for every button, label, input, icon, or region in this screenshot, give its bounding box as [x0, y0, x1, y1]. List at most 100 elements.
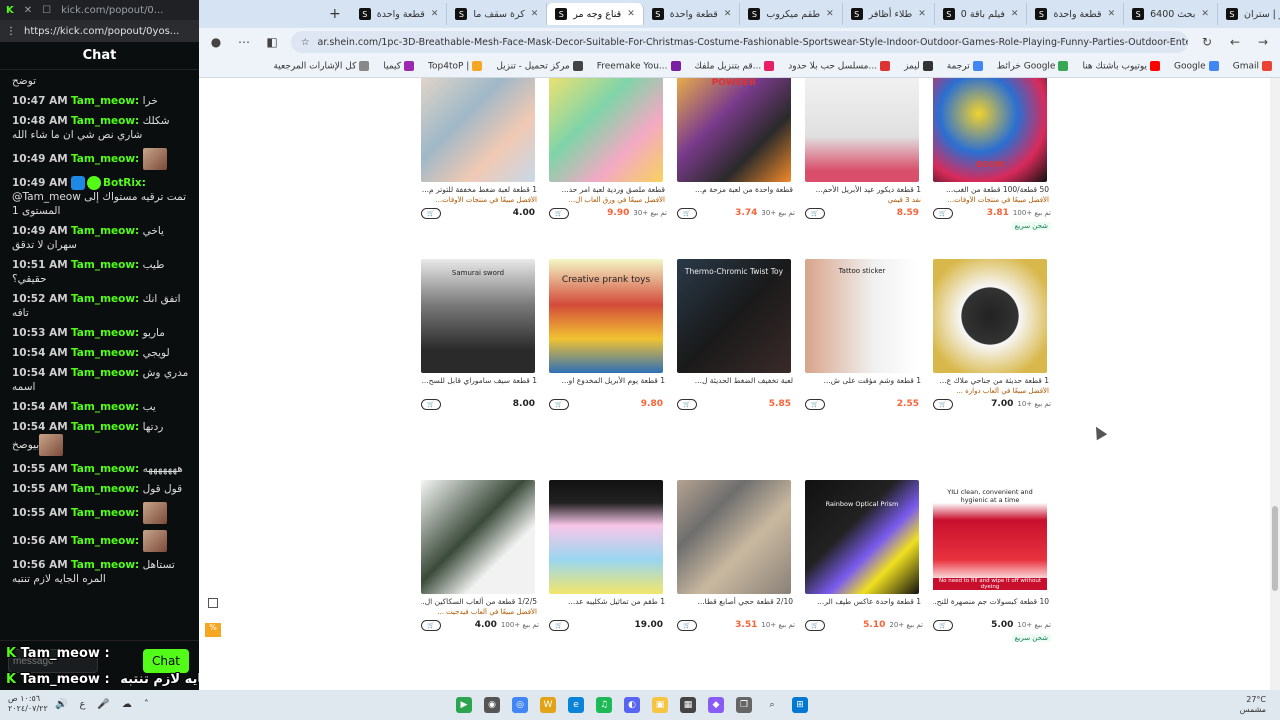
add-to-cart-icon[interactable]: 🛒 — [549, 207, 569, 219]
add-to-cart-icon[interactable]: 🛒 — [421, 398, 441, 410]
add-to-cart-icon[interactable]: 🛒 — [677, 619, 697, 631]
bookmark-star-icon[interactable]: ☆ — [301, 37, 310, 48]
product-card[interactable]: BOOM 50 قطعة/100 قطعة من الغب... الأفضل مب… — [933, 78, 1051, 230]
tray-chevron-icon[interactable]: ˄ — [144, 699, 149, 710]
product-image[interactable]: Samurai sword — [421, 259, 535, 373]
onedrive-icon[interactable]: ☁ — [122, 699, 132, 710]
bookmark-item[interactable]: يوتيوب باشتك هنا — [1082, 61, 1160, 72]
taskbar-clock[interactable]: ١٠:٥٦ ص ٢٠٢٤/٠٧/٢٢ — [8, 694, 48, 714]
message-username[interactable]: Tam_meow: — [71, 347, 139, 359]
product-image[interactable]: BOOM — [933, 78, 1047, 182]
tab-close-icon[interactable]: ✕ — [1201, 9, 1209, 19]
add-to-cart-icon[interactable]: 🛒 — [933, 619, 953, 631]
browser-tab[interactable]: S قطعة واحدة ✕ — [1027, 3, 1125, 25]
bookmark-item[interactable]: قم بتنزيل ملفك... — [695, 61, 775, 72]
add-to-cart-icon[interactable]: 🛒 — [933, 207, 953, 219]
bookmark-item[interactable]: Google — [1174, 61, 1219, 72]
weather-widget[interactable]: 27°C مشمس — [1240, 695, 1266, 715]
tab-close-icon[interactable]: ✕ — [724, 9, 732, 19]
product-image[interactable]: Thermo-Chromic Twist Toy — [677, 259, 791, 373]
extensions-icon[interactable]: ⋯ — [235, 33, 253, 51]
message-username[interactable]: Tam_meow: — [71, 463, 139, 475]
product-image[interactable] — [421, 480, 535, 594]
tab-close-icon[interactable]: ✕ — [531, 9, 539, 19]
product-card[interactable]: 2/10 قطعة حجي أصابع قطا... 🛒 تم بيع +10 3.5… — [677, 480, 795, 632]
address-bar[interactable]: ☆ ar.shein.com/1pc-3D-Breathable-Mesh-Fa… — [291, 31, 1188, 53]
message-username[interactable]: Tam_meow: — [71, 259, 139, 271]
product-image[interactable] — [933, 259, 1047, 373]
product-title[interactable]: قطعة واحدة من لعبة مزحة م... — [677, 185, 793, 196]
bookmark-item[interactable]: Top4toP | — [428, 61, 483, 72]
compare-icon[interactable] — [208, 598, 218, 608]
product-image[interactable]: Tattoo sticker — [805, 259, 919, 373]
product-card[interactable]: قطعة ملصق وردية لعبة امر حد... الأفضل مبي… — [549, 78, 667, 220]
file-explorer-icon[interactable]: ▣ — [652, 697, 668, 713]
bookmark-item[interactable]: Freemake You... — [597, 61, 681, 72]
product-image[interactable] — [677, 480, 791, 594]
message-username[interactable]: Tam_meow: — [71, 507, 139, 519]
product-card[interactable]: Creative prank toys 1 قطعة يوم الأبريل ال… — [549, 259, 667, 411]
language-icon[interactable]: ع — [79, 699, 85, 710]
scrollbar-thumb[interactable] — [1272, 506, 1278, 591]
back-icon[interactable]: ← — [1226, 33, 1244, 51]
window-maximize-icon[interactable]: ☐ — [42, 5, 51, 16]
product-card[interactable]: Samurai sword 1 قطعة سيف ساموراي قابل للس… — [421, 259, 539, 411]
bookmark-item[interactable]: Gmail — [1233, 61, 1272, 72]
message-username[interactable]: Tam_meow: — [71, 535, 139, 547]
new-tab-icon[interactable]: + — [329, 6, 341, 22]
message-username[interactable]: Tam_meow: — [71, 421, 139, 433]
browser-tab[interactable]: S طلاء أظافر ✕ — [843, 3, 935, 25]
forward-icon[interactable]: → — [1254, 33, 1272, 51]
tab-close-icon[interactable]: ✕ — [627, 9, 635, 19]
message-username[interactable]: Tam_meow: — [71, 367, 139, 379]
window-close-icon[interactable]: ✕ — [24, 5, 32, 16]
browser-tab[interactable]: S كرة سقف ما ✕ — [447, 3, 548, 25]
add-to-cart-icon[interactable]: 🛒 — [805, 207, 825, 219]
add-to-cart-icon[interactable]: 🛒 — [549, 398, 569, 410]
product-image[interactable]: YILI clean, convenient and hygienic at a… — [933, 480, 1047, 594]
product-card[interactable]: 1 طقم من تماثيل شكليبه عد... 🛒 19.00 — [549, 480, 667, 632]
product-image[interactable]: POWDER — [677, 78, 791, 182]
product-card[interactable]: POWDER قطعة واحدة من لعبة مزحة م... 🛒 تم بي… — [677, 78, 795, 220]
browser-tab[interactable]: Sجيتر | ستران✕ — [1218, 3, 1280, 25]
add-to-cart-icon[interactable]: 🛒 — [421, 619, 441, 631]
menu-icon[interactable]: ⋮ — [6, 26, 16, 37]
kick-app-icon[interactable]: ▶ — [456, 697, 472, 713]
github-icon[interactable]: ◉ — [484, 697, 500, 713]
tab-close-icon[interactable]: ✕ — [431, 9, 439, 19]
browser-tab[interactable]: S قناع وجه مر ✕ — [547, 3, 644, 25]
message-username[interactable]: Tam_meow: — [71, 115, 139, 127]
product-card[interactable]: 1 قطعة لعبة ضغط مخففة للتوتر م... الأفضل … — [421, 78, 539, 220]
tab-close-icon[interactable]: ✕ — [1108, 9, 1116, 19]
bookmark-item[interactable]: ليمز — [904, 61, 933, 72]
message-username[interactable]: Tam_meow: — [71, 559, 139, 571]
search-icon[interactable]: ⌕ — [764, 697, 780, 713]
profile-icon[interactable]: ● — [207, 33, 225, 51]
product-title[interactable]: 1 قطعة ديكور عيد الأبريل الأحم... — [805, 185, 921, 196]
product-card[interactable]: YILI clean, convenient and hygienic at a… — [933, 480, 1051, 642]
bookmark-item[interactable]: خرائط Google — [997, 61, 1069, 72]
spotify-icon[interactable]: ♫ — [596, 697, 612, 713]
product-title[interactable]: 1 طقم من تماثيل شكليبه عد... — [549, 597, 665, 608]
product-title[interactable]: لعبة تخفيف الضغط الحديثة ل... — [677, 376, 793, 387]
product-image[interactable] — [549, 78, 663, 182]
notes-app-icon[interactable]: W — [540, 697, 556, 713]
tab-close-icon[interactable]: ✕ — [1011, 9, 1019, 19]
windows-start-icon[interactable]: ⊞ — [792, 697, 808, 713]
browser-tab[interactable]: S قطعة واحدة ✕ — [351, 3, 448, 25]
product-card[interactable]: 1/2/5 قطعة من ألعاب السكاكين ال... الأفضل… — [421, 480, 539, 632]
product-card[interactable]: Rainbow Optical Prism 1 قطعة واحدة عاكس ط… — [805, 480, 923, 632]
product-title[interactable]: 1 قطعة لعبة ضغط مخففة للتوتر م... — [421, 185, 537, 196]
message-username[interactable]: Tam_meow: — [71, 225, 139, 237]
tab-close-icon[interactable]: ✕ — [918, 9, 926, 19]
add-to-cart-icon[interactable]: 🛒 — [421, 207, 441, 219]
message-username[interactable]: Tam_meow: — [71, 153, 139, 165]
product-image[interactable] — [421, 78, 535, 182]
product-title[interactable]: 1 قطعة حديثة من جناحي ملاك ع... — [933, 376, 1049, 387]
tab-close-icon[interactable]: ✕ — [826, 9, 834, 19]
browser-tab[interactable]: S قطعة واحدة ✕ — [644, 3, 741, 25]
product-card[interactable]: Tattoo sticker 1 قطعة وشم مؤقت على ش... 🛒 2… — [805, 259, 923, 411]
product-title[interactable]: 10 قطعة كبسولات جم منصهرة للنح... — [933, 597, 1049, 608]
bookmark-item[interactable]: مركز تحميل - تنزيل — [496, 61, 583, 72]
product-title[interactable]: قطعة ملصق وردية لعبة امر حد... — [549, 185, 665, 196]
